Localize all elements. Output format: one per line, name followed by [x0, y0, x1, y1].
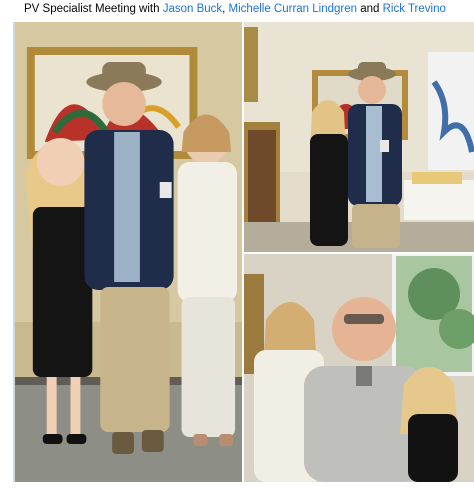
- photo-grid: [13, 22, 474, 488]
- caption-prefix: PV Specialist Meeting with: [24, 3, 163, 15]
- tag-rick-trevino[interactable]: Rick Trevino: [383, 3, 446, 15]
- photo-3[interactable]: [244, 254, 474, 482]
- post-caption: PV Specialist Meeting with Jason Buck, M…: [0, 0, 474, 22]
- photo-2-image: [244, 22, 474, 252]
- photo-2[interactable]: [244, 22, 474, 252]
- photo-1[interactable]: [13, 22, 242, 482]
- photo-1-image: [15, 22, 242, 482]
- caption-separator: and: [357, 3, 383, 15]
- tag-jason-buck[interactable]: Jason Buck: [163, 3, 222, 15]
- tag-michelle-curran-lindgren[interactable]: Michelle Curran Lindgren: [229, 3, 357, 15]
- photo-3-image: [244, 254, 474, 482]
